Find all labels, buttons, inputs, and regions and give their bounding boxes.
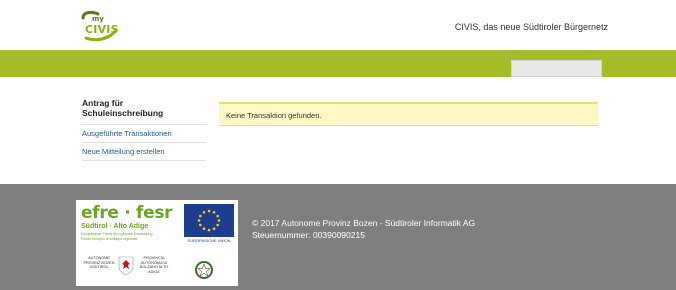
efre-logo-caption-it: Fondo europeo di sviluppo regionale: [81, 237, 138, 241]
sidebar-title: Antrag für Schuleinschreibung: [82, 98, 206, 125]
header: my CIVIS CIVIS, das neue Südtiroler Bürg…: [0, 0, 676, 50]
efre-logo-caption-de: Europäischer Fonds für regionale Entwick…: [81, 232, 153, 236]
efre-fesr-logo: efre · fesr Südtirol · Alto Adige Europä…: [81, 203, 181, 242]
eu-caption: EUROPÄISCHE UNION: [187, 238, 231, 243]
efre-logo-region: Südtirol · Alto Adige: [81, 223, 149, 230]
tax-number-text: Steuernummer: 00390090215: [252, 230, 365, 240]
logo-civis-text: CIVIS: [85, 23, 119, 36]
sidebar-link-executed-transactions[interactable]: Ausgeführte Transaktionen: [82, 125, 206, 143]
civis-logo[interactable]: my CIVIS: [78, 10, 122, 42]
navbar-search-box[interactable]: [511, 60, 602, 77]
province-eagle-shield-icon: [118, 256, 134, 276]
sidebar-link-new-message[interactable]: Neue Mitteilung erstellen: [82, 143, 206, 161]
italy-emblem-icon: [195, 261, 213, 279]
no-transactions-notice: Keine Transaktion gefunden.: [219, 102, 598, 126]
eu-flag-icon: [184, 204, 234, 237]
logo-my-text: my: [92, 15, 104, 23]
footer-logos-panel: efre · fesr Südtirol · Alto Adige Europä…: [76, 200, 238, 286]
province-name-de: AUTONOME PROVINZ BOZEN SÜDTIROL: [83, 256, 115, 270]
province-name-it: PROVINCIA AUTONOMA DI BOLZANO ALTO ADIGE: [139, 256, 169, 274]
footer-copyright: © 2017 Autonome Provinz Bozen - Südtirol…: [252, 217, 475, 241]
notice-text: Keine Transaktion gefunden.: [226, 111, 322, 120]
efre-logo-title: efre · fesr: [81, 203, 173, 223]
header-tagline: CIVIS, das neue Südtiroler Bürgernetz: [454, 22, 608, 32]
copyright-text: © 2017 Autonome Provinz Bozen - Südtirol…: [252, 218, 476, 228]
sidebar: Antrag für Schuleinschreibung Ausgeführt…: [82, 98, 206, 161]
